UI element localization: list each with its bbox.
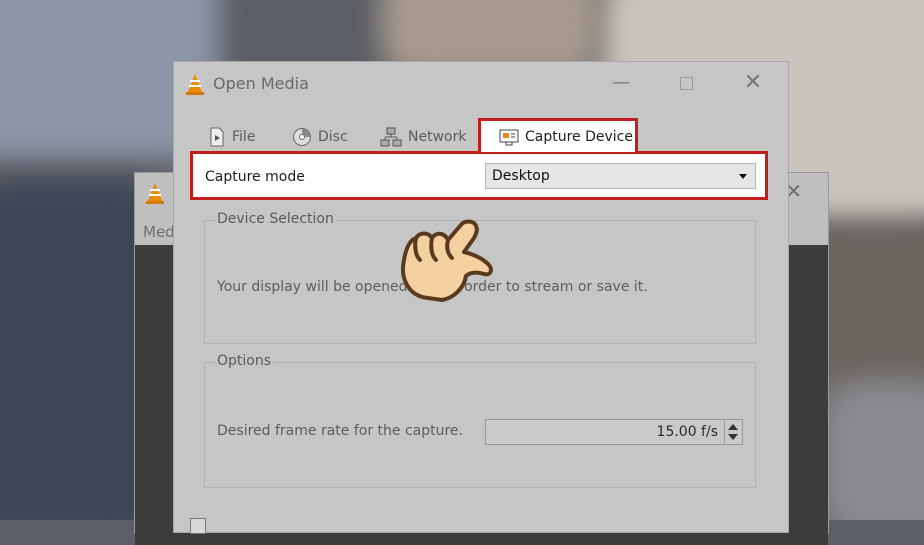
options-heading: Options [215,353,274,369]
capture-device-icon [499,129,519,145]
show-more-options-checkbox[interactable] [190,518,206,534]
spin-up-icon[interactable] [728,424,738,430]
tab-network[interactable]: Network [380,122,466,152]
maximize-button[interactable] [671,70,701,96]
window-title: Open Media [213,74,309,93]
pointing-hand-icon [401,219,493,302]
options-group: Options Desired frame rate for the captu… [204,353,756,488]
spinbox-buttons[interactable] [724,421,741,443]
tab-file[interactable]: File [208,122,255,152]
close-button[interactable]: ✕ [738,70,768,96]
file-icon [210,127,224,147]
frame-rate-spinbox[interactable]: 15.00 f/s [485,419,743,445]
capture-mode-label: Capture mode [205,169,305,185]
tab-network-label: Network [408,129,467,145]
frame-rate-label: Desired frame rate for the capture. [217,423,463,439]
capture-mode-row: Capture mode Desktop [190,151,768,200]
tab-disc-label: Disc [318,129,348,145]
menu-media[interactable]: Med [143,223,175,241]
chevron-down-icon [739,174,747,179]
minimize-button[interactable]: — [606,70,636,96]
maximize-icon [679,77,693,90]
disc-icon [293,128,311,146]
frame-rate-value: 15.00 f/s [656,424,718,440]
tab-capture-device-label: Capture Device [525,128,633,145]
tab-disc[interactable]: Disc [292,122,348,152]
spin-down-icon[interactable] [728,434,738,440]
vlc-cone-icon [145,182,165,208]
capture-mode-value: Desktop [492,168,550,184]
network-icon [380,127,402,147]
tab-capture-device[interactable]: Capture Device [478,118,638,152]
device-selection-heading: Device Selection [215,211,336,227]
tab-file-label: File [232,129,256,145]
title-bar: Open Media — ✕ [174,62,788,104]
vlc-cone-icon [185,73,205,99]
capture-mode-select[interactable]: Desktop [485,163,756,189]
